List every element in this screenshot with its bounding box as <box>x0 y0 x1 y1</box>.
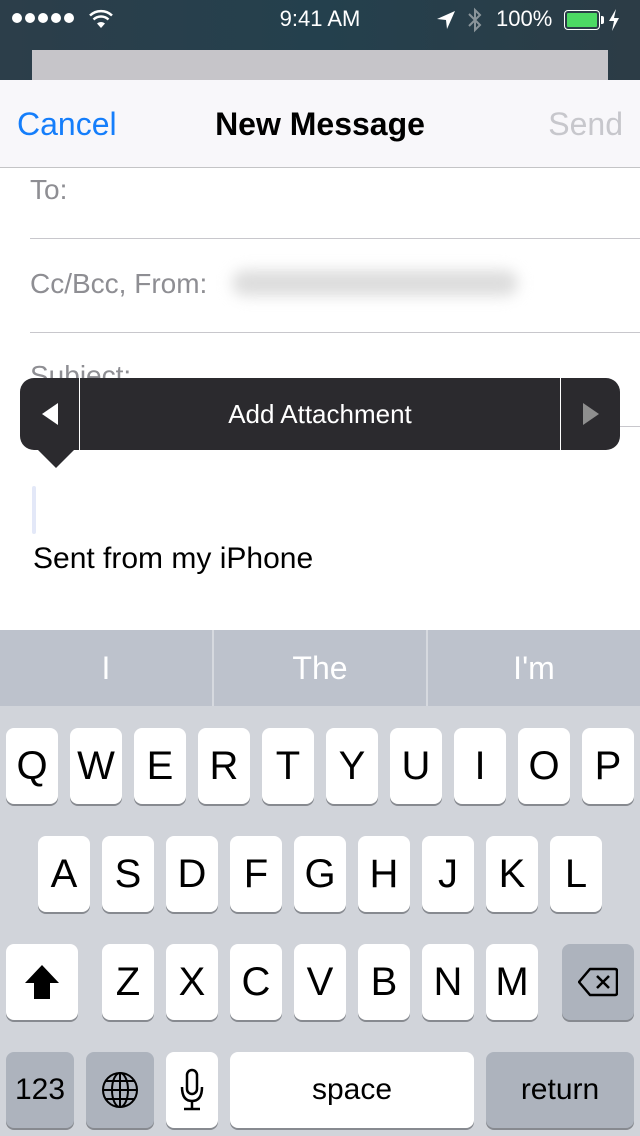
location-arrow-icon <box>437 11 455 29</box>
bluetooth-icon <box>468 7 482 33</box>
key-v[interactable]: V <box>294 944 346 1020</box>
key-z[interactable]: Z <box>102 944 154 1020</box>
send-button[interactable]: Send <box>548 106 623 143</box>
key-r[interactable]: R <box>198 728 250 804</box>
key-d[interactable]: D <box>166 836 218 912</box>
nav-bar: Cancel New Message Send <box>0 80 640 168</box>
key-g[interactable]: G <box>294 836 346 912</box>
ccbcc-from-label: Cc/Bcc, From: <box>30 268 208 299</box>
prediction-item[interactable]: The <box>214 630 426 706</box>
key-m[interactable]: M <box>486 944 538 1020</box>
callout-next-button[interactable] <box>560 378 620 450</box>
text-cursor <box>32 486 36 534</box>
key-p[interactable]: P <box>582 728 634 804</box>
backspace-icon <box>578 967 618 997</box>
compose-sheet: Cancel New Message Send To: Cc/Bcc, From… <box>0 80 640 630</box>
shift-key[interactable] <box>6 944 78 1020</box>
key-y[interactable]: Y <box>326 728 378 804</box>
key-t[interactable]: T <box>262 728 314 804</box>
key-h[interactable]: H <box>358 836 410 912</box>
key-e[interactable]: E <box>134 728 186 804</box>
keyboard: I The I'm QWERTYUIOPASDFGHJKLZXCVBNM 123 <box>0 630 640 1136</box>
key-o[interactable]: O <box>518 728 570 804</box>
battery-tip <box>601 16 604 24</box>
to-field[interactable]: To: <box>30 174 640 206</box>
battery-icon <box>564 10 600 30</box>
predictive-bar: I The I'm <box>0 630 640 706</box>
divider <box>30 332 640 333</box>
prediction-item[interactable]: I'm <box>428 630 640 706</box>
triangle-right-icon <box>582 403 599 425</box>
callout-pointer <box>38 450 74 468</box>
charging-bolt-icon <box>609 9 619 31</box>
key-n[interactable]: N <box>422 944 474 1020</box>
callout-prev-button[interactable] <box>20 378 80 450</box>
dictation-key[interactable] <box>166 1052 218 1128</box>
key-l[interactable]: L <box>550 836 602 912</box>
key-f[interactable]: F <box>230 836 282 912</box>
key-w[interactable]: W <box>70 728 122 804</box>
globe-icon <box>102 1072 138 1108</box>
page-title: New Message <box>215 106 425 142</box>
divider <box>30 238 640 239</box>
numbers-key[interactable]: 123 <box>6 1052 74 1128</box>
key-s[interactable]: S <box>102 836 154 912</box>
key-j[interactable]: J <box>422 836 474 912</box>
key-x[interactable]: X <box>166 944 218 1020</box>
globe-key[interactable] <box>86 1052 154 1128</box>
key-a[interactable]: A <box>38 836 90 912</box>
from-address-blurred <box>232 270 518 296</box>
to-label: To: <box>30 174 68 205</box>
key-q[interactable]: Q <box>6 728 58 804</box>
key-u[interactable]: U <box>390 728 442 804</box>
key-i[interactable]: I <box>454 728 506 804</box>
battery-percent: 100% <box>496 6 553 31</box>
add-attachment-button[interactable]: Add Attachment <box>80 378 560 450</box>
key-c[interactable]: C <box>230 944 282 1020</box>
return-key[interactable]: return <box>486 1052 634 1128</box>
prediction-item[interactable]: I <box>0 630 212 706</box>
key-b[interactable]: B <box>358 944 410 1020</box>
edit-callout-menu: Add Attachment <box>20 378 620 450</box>
shift-arrow-icon <box>25 965 59 999</box>
space-key[interactable]: space <box>230 1052 474 1128</box>
triangle-left-icon <box>41 403 58 425</box>
delete-key[interactable] <box>562 944 634 1020</box>
microphone-icon <box>180 1068 204 1111</box>
key-k[interactable]: K <box>486 836 538 912</box>
signature-text[interactable]: Sent from my iPhone <box>33 542 313 576</box>
